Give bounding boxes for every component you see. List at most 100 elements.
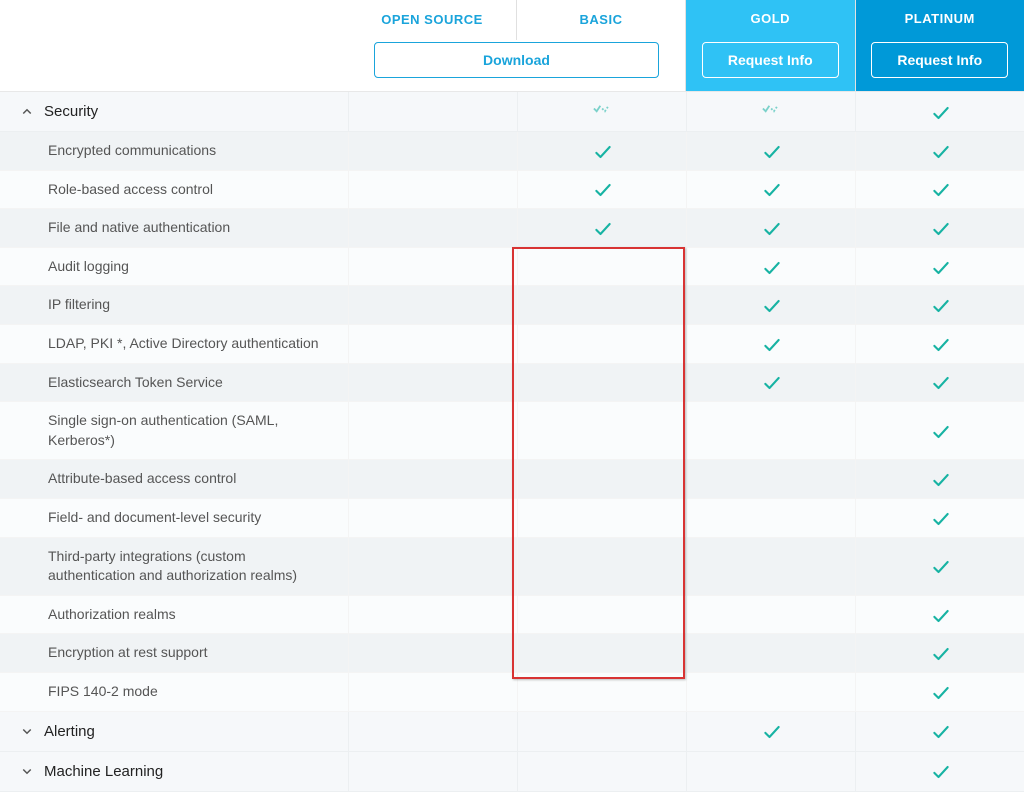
tier-label-open-source: OPEN SOURCE (381, 12, 483, 27)
cell-basic (517, 634, 686, 672)
feature-label: Encrypted communications (0, 132, 348, 170)
check-icon (762, 258, 780, 276)
cell-open-source (348, 132, 517, 170)
chevron-down-icon (20, 764, 34, 778)
cell-open-source (348, 248, 517, 286)
check-icon (931, 722, 949, 740)
tier-basic: BASIC (516, 0, 685, 40)
section-row-alerting[interactable]: Alerting (0, 712, 1024, 752)
cell-open-source (348, 499, 517, 537)
check-icon (931, 258, 949, 276)
feature-label: FIPS 140-2 mode (0, 673, 348, 711)
check-icon (762, 180, 780, 198)
cell-gold (686, 209, 855, 247)
section-label: Alerting (0, 712, 348, 751)
section-row-ml[interactable]: Machine Learning (0, 752, 1024, 792)
request-info-label-gold: Request Info (728, 52, 813, 68)
rows-container: Security Encrypted communicationsRole-bas… (0, 92, 1024, 792)
cell-open-source (348, 286, 517, 324)
check-icon (762, 219, 780, 237)
cell-basic (517, 286, 686, 324)
check-icon (931, 606, 949, 624)
cell-open-source (348, 673, 517, 711)
request-info-button-gold[interactable]: Request Info (702, 42, 839, 78)
feature-label: LDAP, PKI *, Active Directory authentica… (0, 325, 348, 363)
cell-open-source (348, 402, 517, 459)
check-icon (931, 103, 949, 121)
cell-basic (517, 132, 686, 170)
cell-gold (686, 460, 855, 498)
cell-basic (517, 209, 686, 247)
check-icon (931, 422, 949, 440)
cell-gold (686, 752, 855, 791)
check-icon (762, 373, 780, 391)
header-spacer (0, 0, 348, 91)
check-icon (931, 373, 949, 391)
cell-gold (686, 634, 855, 672)
feature-label: Role-based access control (0, 171, 348, 209)
feature-label: Audit logging (0, 248, 348, 286)
check-icon (931, 470, 949, 488)
check-icon (762, 722, 780, 740)
feature-row: Role-based access control (0, 171, 1024, 210)
cell-open-source (348, 325, 517, 363)
section-title-security: Security (44, 101, 98, 122)
feature-row: FIPS 140-2 mode (0, 673, 1024, 712)
cell-basic (517, 499, 686, 537)
feature-row: Single sign-on authentication (SAML, Ker… (0, 402, 1024, 460)
feature-label: Authorization realms (0, 596, 348, 634)
check-icon (931, 644, 949, 662)
request-info-button-platinum[interactable]: Request Info (871, 42, 1008, 78)
cell-platinum (855, 634, 1024, 672)
feature-row: File and native authentication (0, 209, 1024, 248)
cell-open-source (348, 596, 517, 634)
feature-row: Encryption at rest support (0, 634, 1024, 673)
download-button[interactable]: Download (374, 42, 659, 78)
cell-open-source (348, 460, 517, 498)
check-icon (931, 335, 949, 353)
tier-platinum: PLATINUM Request Info (855, 0, 1024, 91)
cell-platinum (855, 460, 1024, 498)
cell-platinum (855, 499, 1024, 537)
section-row-security[interactable]: Security (0, 92, 1024, 132)
feature-label: Single sign-on authentication (SAML, Ker… (0, 402, 348, 459)
check-icon (931, 296, 949, 314)
cell-basic (517, 92, 686, 131)
tier-open-source: OPEN SOURCE (348, 0, 516, 40)
cell-gold (686, 132, 855, 170)
check-icon (931, 683, 949, 701)
feature-label: Attribute-based access control (0, 460, 348, 498)
cell-gold (686, 286, 855, 324)
check-icon (762, 142, 780, 160)
cell-basic (517, 402, 686, 459)
cell-platinum (855, 538, 1024, 595)
cell-basic (517, 712, 686, 751)
cell-platinum (855, 171, 1024, 209)
check-icon (931, 180, 949, 198)
request-info-label-platinum: Request Info (897, 52, 982, 68)
feature-row: IP filtering (0, 286, 1024, 325)
cell-open-source (348, 171, 517, 209)
cell-open-source (348, 209, 517, 247)
check-icon (593, 219, 611, 237)
check-icon (593, 180, 611, 198)
check-icon (762, 335, 780, 353)
cell-basic (517, 538, 686, 595)
cell-platinum (855, 132, 1024, 170)
cell-gold (686, 402, 855, 459)
cell-gold (686, 596, 855, 634)
cell-platinum (855, 209, 1024, 247)
cell-open-source (348, 634, 517, 672)
download-button-label: Download (483, 52, 550, 68)
tier-group-free: OPEN SOURCE BASIC Download (348, 0, 685, 91)
feature-label: IP filtering (0, 286, 348, 324)
cell-open-source (348, 364, 517, 402)
check-icon (931, 219, 949, 237)
cell-platinum (855, 364, 1024, 402)
cell-basic (517, 460, 686, 498)
cell-platinum (855, 286, 1024, 324)
cell-gold (686, 92, 855, 131)
feature-row: Authorization realms (0, 596, 1024, 635)
section-label: Machine Learning (0, 752, 348, 791)
partial-check-icon (593, 103, 611, 121)
